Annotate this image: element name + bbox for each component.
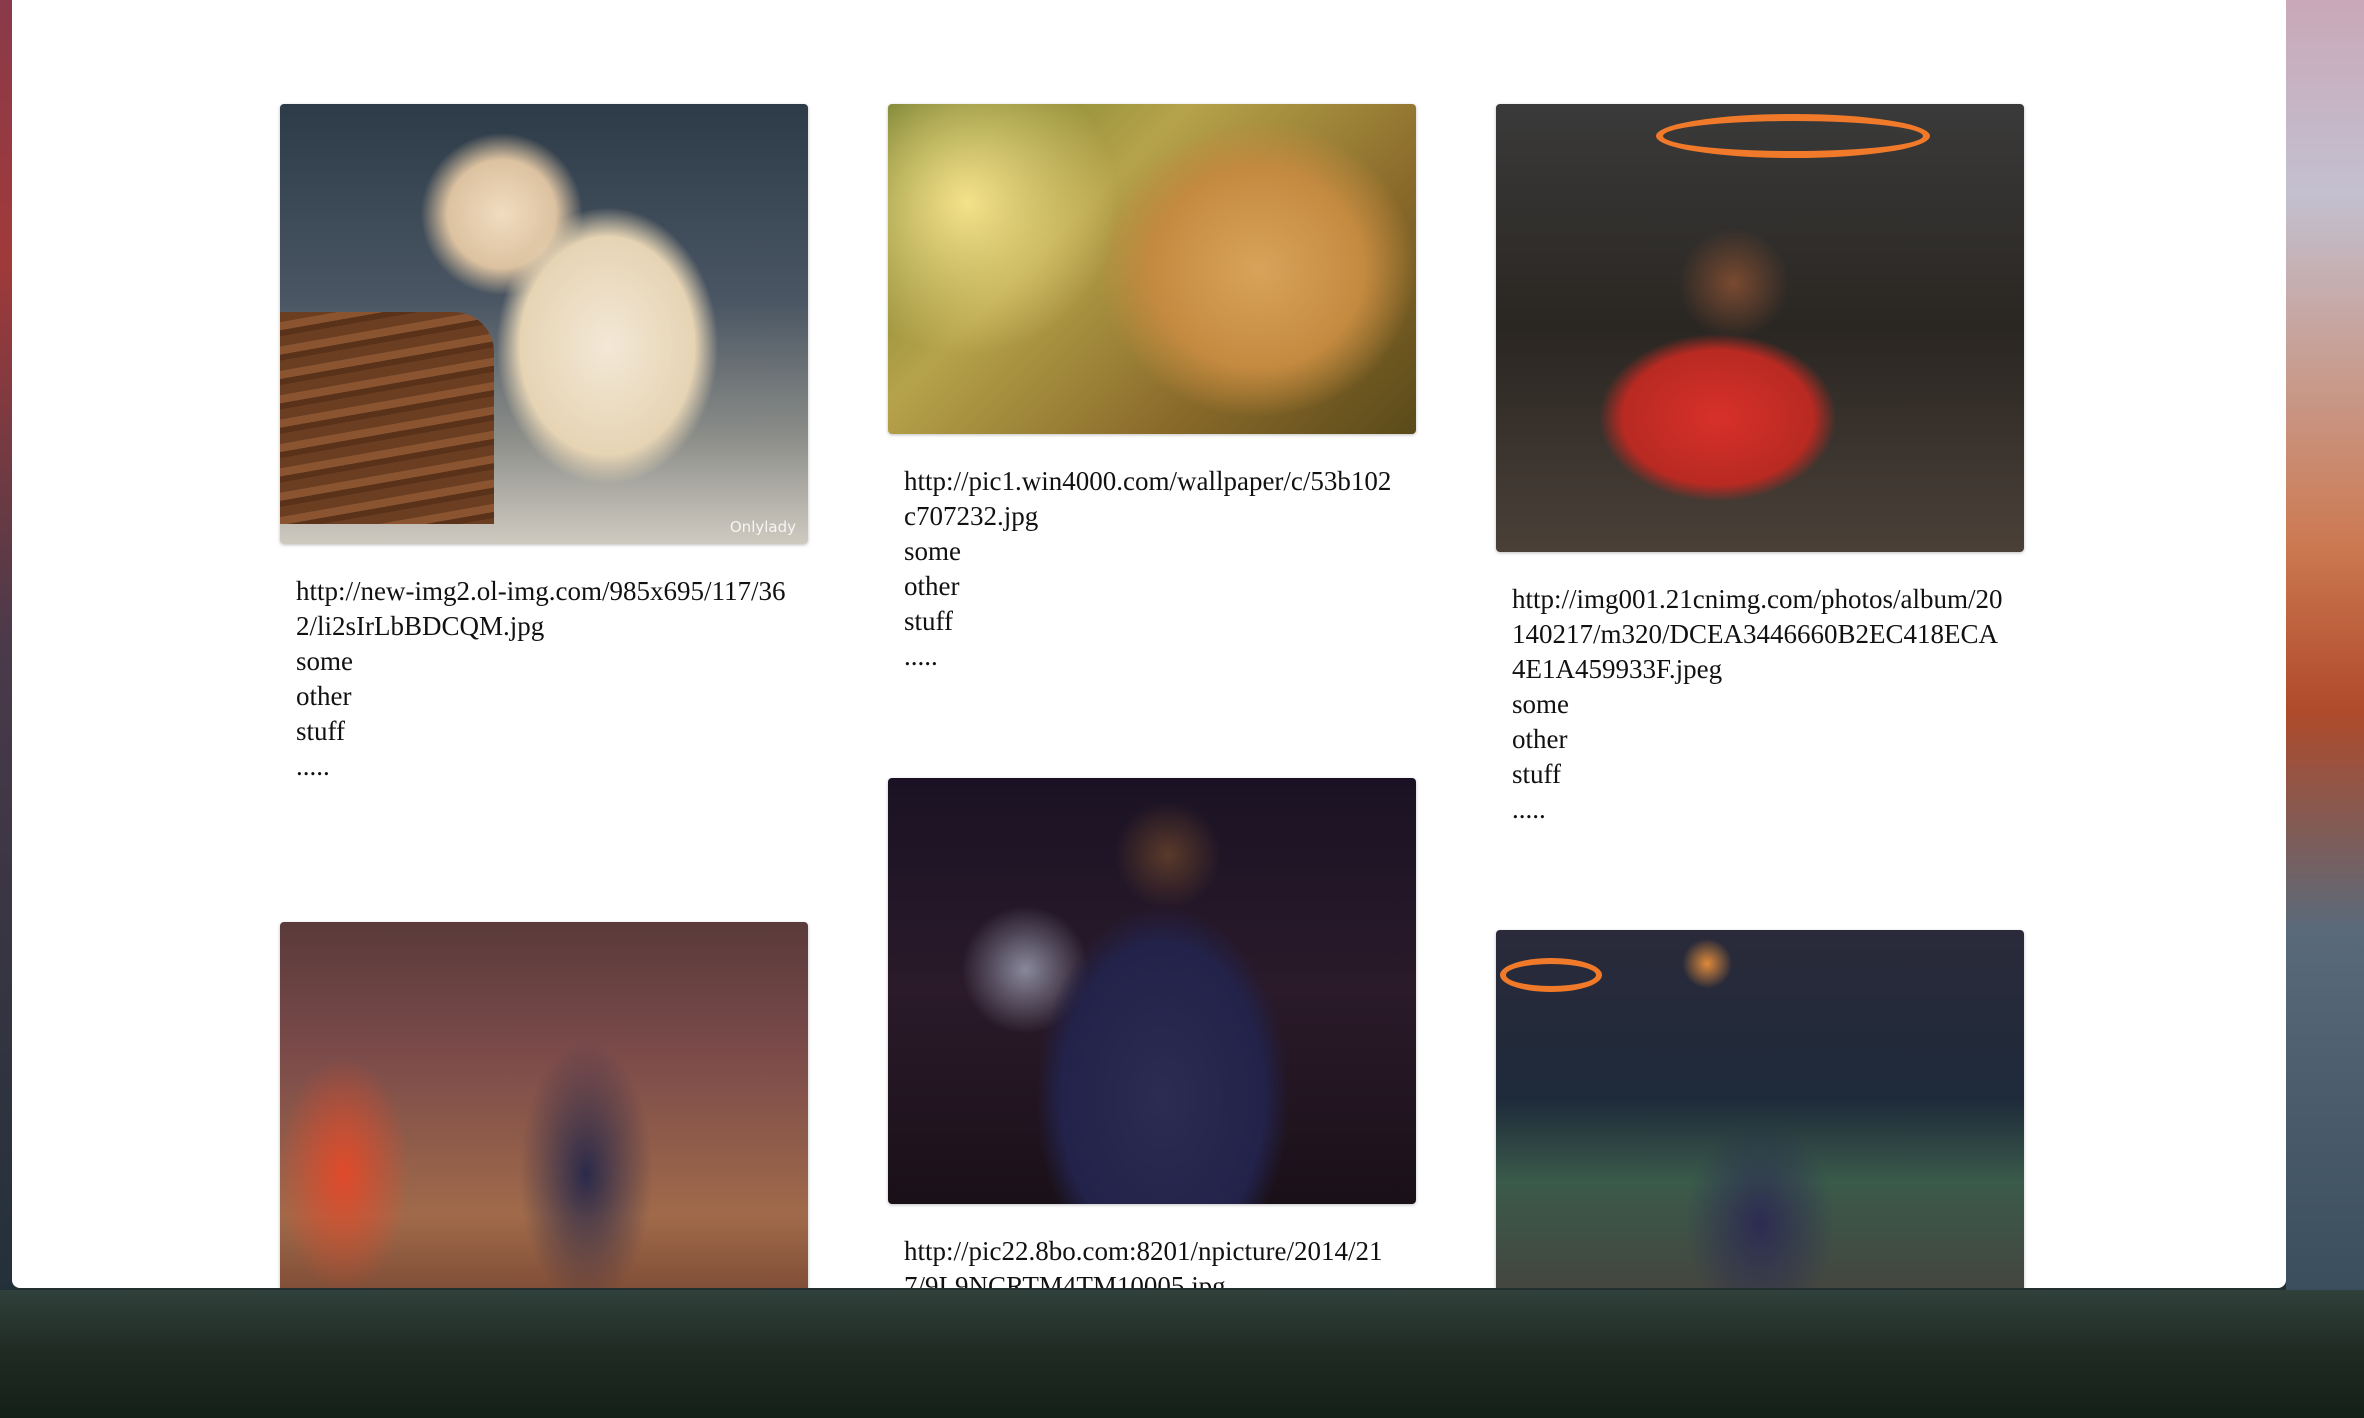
hoop-rim-shape	[1500, 958, 1602, 992]
browser-window: Onlylady http://new-img2.ol-img.com/985x…	[12, 0, 2286, 1288]
caption-line: .....	[296, 751, 330, 781]
kitten-image[interactable]: Onlylady	[280, 104, 808, 544]
image-url: http://new-img2.ol-img.com/985x695/117/3…	[296, 576, 786, 641]
card-dunk-2[interactable]	[1496, 930, 2024, 1288]
court-players-image[interactable]	[280, 922, 808, 1288]
mvp-trophy-image[interactable]	[888, 778, 1416, 1204]
card-caption: http://pic1.win4000.com/wallpaper/c/53b1…	[888, 434, 1416, 674]
caption-line: stuff	[1512, 759, 1562, 789]
image-watermark: Onlylady	[729, 518, 796, 536]
card-kitten[interactable]: Onlylady http://new-img2.ol-img.com/985x…	[280, 104, 808, 784]
card-mvp[interactable]: http://pic22.8bo.com:8201/npicture/2014/…	[888, 778, 1416, 1288]
card-court-players[interactable]	[280, 922, 808, 1288]
card-caption: http://pic22.8bo.com:8201/npicture/2014/…	[888, 1204, 1416, 1288]
caption-line: other	[1512, 724, 1568, 754]
caption-line: some	[904, 536, 961, 566]
caption-line: .....	[904, 641, 938, 671]
caption-line: other	[296, 681, 352, 711]
dunk-2-image[interactable]	[1496, 930, 2024, 1288]
image-url: http://img001.21cnimg.com/photos/album/2…	[1512, 584, 2003, 684]
card-caption: http://img001.21cnimg.com/photos/album/2…	[1496, 552, 2024, 827]
caption-line: some	[1512, 689, 1569, 719]
image-url: http://pic1.win4000.com/wallpaper/c/53b1…	[904, 466, 1392, 531]
caption-line: other	[904, 571, 960, 601]
dog-image[interactable]	[888, 104, 1416, 434]
basket-shape	[280, 312, 494, 524]
card-dunk[interactable]: http://img001.21cnimg.com/photos/album/2…	[1496, 104, 2024, 827]
desktop-wallpaper-right	[2286, 0, 2364, 1290]
caption-line: some	[296, 646, 353, 676]
card-caption: http://new-img2.ol-img.com/985x695/117/3…	[280, 544, 808, 784]
desktop-wallpaper-bottom	[0, 1290, 2364, 1418]
caption-line: stuff	[296, 716, 346, 746]
card-dog[interactable]: http://pic1.win4000.com/wallpaper/c/53b1…	[888, 104, 1416, 674]
dunk-image[interactable]	[1496, 104, 2024, 552]
image-url: http://pic22.8bo.com:8201/npicture/2014/…	[904, 1236, 1383, 1288]
caption-line: .....	[1512, 794, 1546, 824]
caption-line: stuff	[904, 606, 954, 636]
hoop-rim-shape	[1656, 114, 1930, 158]
